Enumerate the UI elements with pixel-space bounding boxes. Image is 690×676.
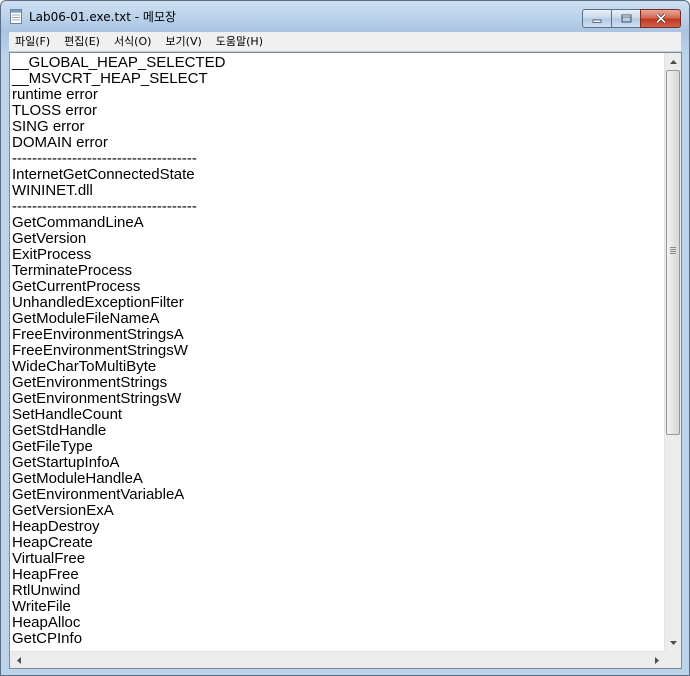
maximize-icon xyxy=(621,14,631,23)
text-line: GetModuleHandleA xyxy=(12,470,143,487)
text-line: WideCharToMultiByte xyxy=(12,358,157,375)
title-bar[interactable]: Lab06-01.exe.txt - 메모장 xyxy=(1,1,689,31)
text-line: __MSVCRT_HEAP_SELECT xyxy=(12,70,208,87)
text-line: HeapAlloc xyxy=(12,614,81,631)
text-line: HeapFree xyxy=(12,566,79,583)
text-line: TerminateProcess xyxy=(12,262,133,279)
vertical-scrollbar[interactable] xyxy=(664,53,681,651)
minimize-button[interactable] xyxy=(582,9,611,28)
arrow-left-icon xyxy=(16,656,21,664)
minimize-icon xyxy=(592,19,602,23)
text-line: WININET.dll xyxy=(12,182,93,199)
text-line: GetFileType xyxy=(12,438,93,455)
text-line: SetHandleCount xyxy=(12,406,123,423)
scrollbar-corner xyxy=(664,651,681,668)
text-line: GetVersion xyxy=(12,230,87,247)
notepad-window: Lab06-01.exe.txt - 메모장 파일(F) 편집(E) 서식(O)… xyxy=(0,0,690,676)
grip-icon xyxy=(670,247,676,255)
text-line: InternetGetConnectedState xyxy=(12,166,195,183)
close-button[interactable] xyxy=(640,9,681,28)
text-line: FreeEnvironmentStringsA xyxy=(12,326,184,343)
menu-edit[interactable]: 편집(E) xyxy=(57,32,107,51)
scroll-up-button[interactable] xyxy=(665,53,681,70)
text-line: HeapCreate xyxy=(12,534,93,551)
text-line: GetStartupInfoA xyxy=(12,454,120,471)
menu-bar: 파일(F) 편집(E) 서식(O) 보기(V) 도움말(H) xyxy=(9,32,681,51)
horizontal-scrollbar[interactable] xyxy=(10,651,665,668)
text-line: WriteFile xyxy=(12,598,71,615)
text-line: GetVersionExA xyxy=(12,502,114,519)
text-line: GetCurrentProcess xyxy=(12,278,141,295)
scroll-right-button[interactable] xyxy=(648,652,665,668)
editor-frame: __GLOBAL_HEAP_SELECTED __MSVCRT_HEAP_SELE… xyxy=(9,52,682,669)
caption-buttons xyxy=(582,9,681,29)
text-line: GetStdHandle xyxy=(12,422,107,439)
window-title: Lab06-01.exe.txt - 메모장 xyxy=(29,10,177,24)
notepad-icon xyxy=(10,9,22,24)
text-editor[interactable]: __GLOBAL_HEAP_SELECTED __MSVCRT_HEAP_SELE… xyxy=(10,53,665,651)
text-line: GetCommandLineA xyxy=(12,214,144,231)
text-line: RtlUnwind xyxy=(12,582,81,599)
text-line: __GLOBAL_HEAP_SELECTED xyxy=(12,54,226,71)
scroll-down-button[interactable] xyxy=(665,634,681,651)
text-line: GetEnvironmentStrings xyxy=(12,374,168,391)
text-line: GetEnvironmentVariableA xyxy=(12,486,185,503)
text-line: ExitProcess xyxy=(12,246,92,263)
scroll-left-button[interactable] xyxy=(10,652,27,668)
menu-view[interactable]: 보기(V) xyxy=(158,32,208,51)
close-icon xyxy=(655,13,666,24)
text-line: TLOSS error xyxy=(12,102,98,119)
text-line: runtime error xyxy=(12,86,98,103)
text-line: SING error xyxy=(12,118,85,135)
arrow-up-icon xyxy=(669,59,677,64)
menu-help[interactable]: 도움말(H) xyxy=(209,32,270,51)
text-line: HeapDestroy xyxy=(12,518,100,535)
text-line: GetEnvironmentStringsW xyxy=(12,390,182,407)
scroll-thumb[interactable] xyxy=(666,70,680,435)
text-line: VirtualFree xyxy=(12,550,86,567)
arrow-down-icon xyxy=(669,640,677,645)
arrow-right-icon xyxy=(654,656,659,664)
text-line: GetModuleFileNameA xyxy=(12,310,160,327)
text-line: ------------------------------------- xyxy=(12,150,197,167)
text-line: UnhandledExceptionFilter xyxy=(12,294,184,311)
text-line: GetCPInfo xyxy=(12,630,83,647)
text-line: DOMAIN error xyxy=(12,134,108,151)
text-line: ------------------------------------- xyxy=(12,198,197,215)
maximize-button[interactable] xyxy=(611,9,640,28)
menu-format[interactable]: 서식(O) xyxy=(107,32,158,51)
menu-file[interactable]: 파일(F) xyxy=(9,32,57,51)
text-line: FreeEnvironmentStringsW xyxy=(12,342,188,359)
